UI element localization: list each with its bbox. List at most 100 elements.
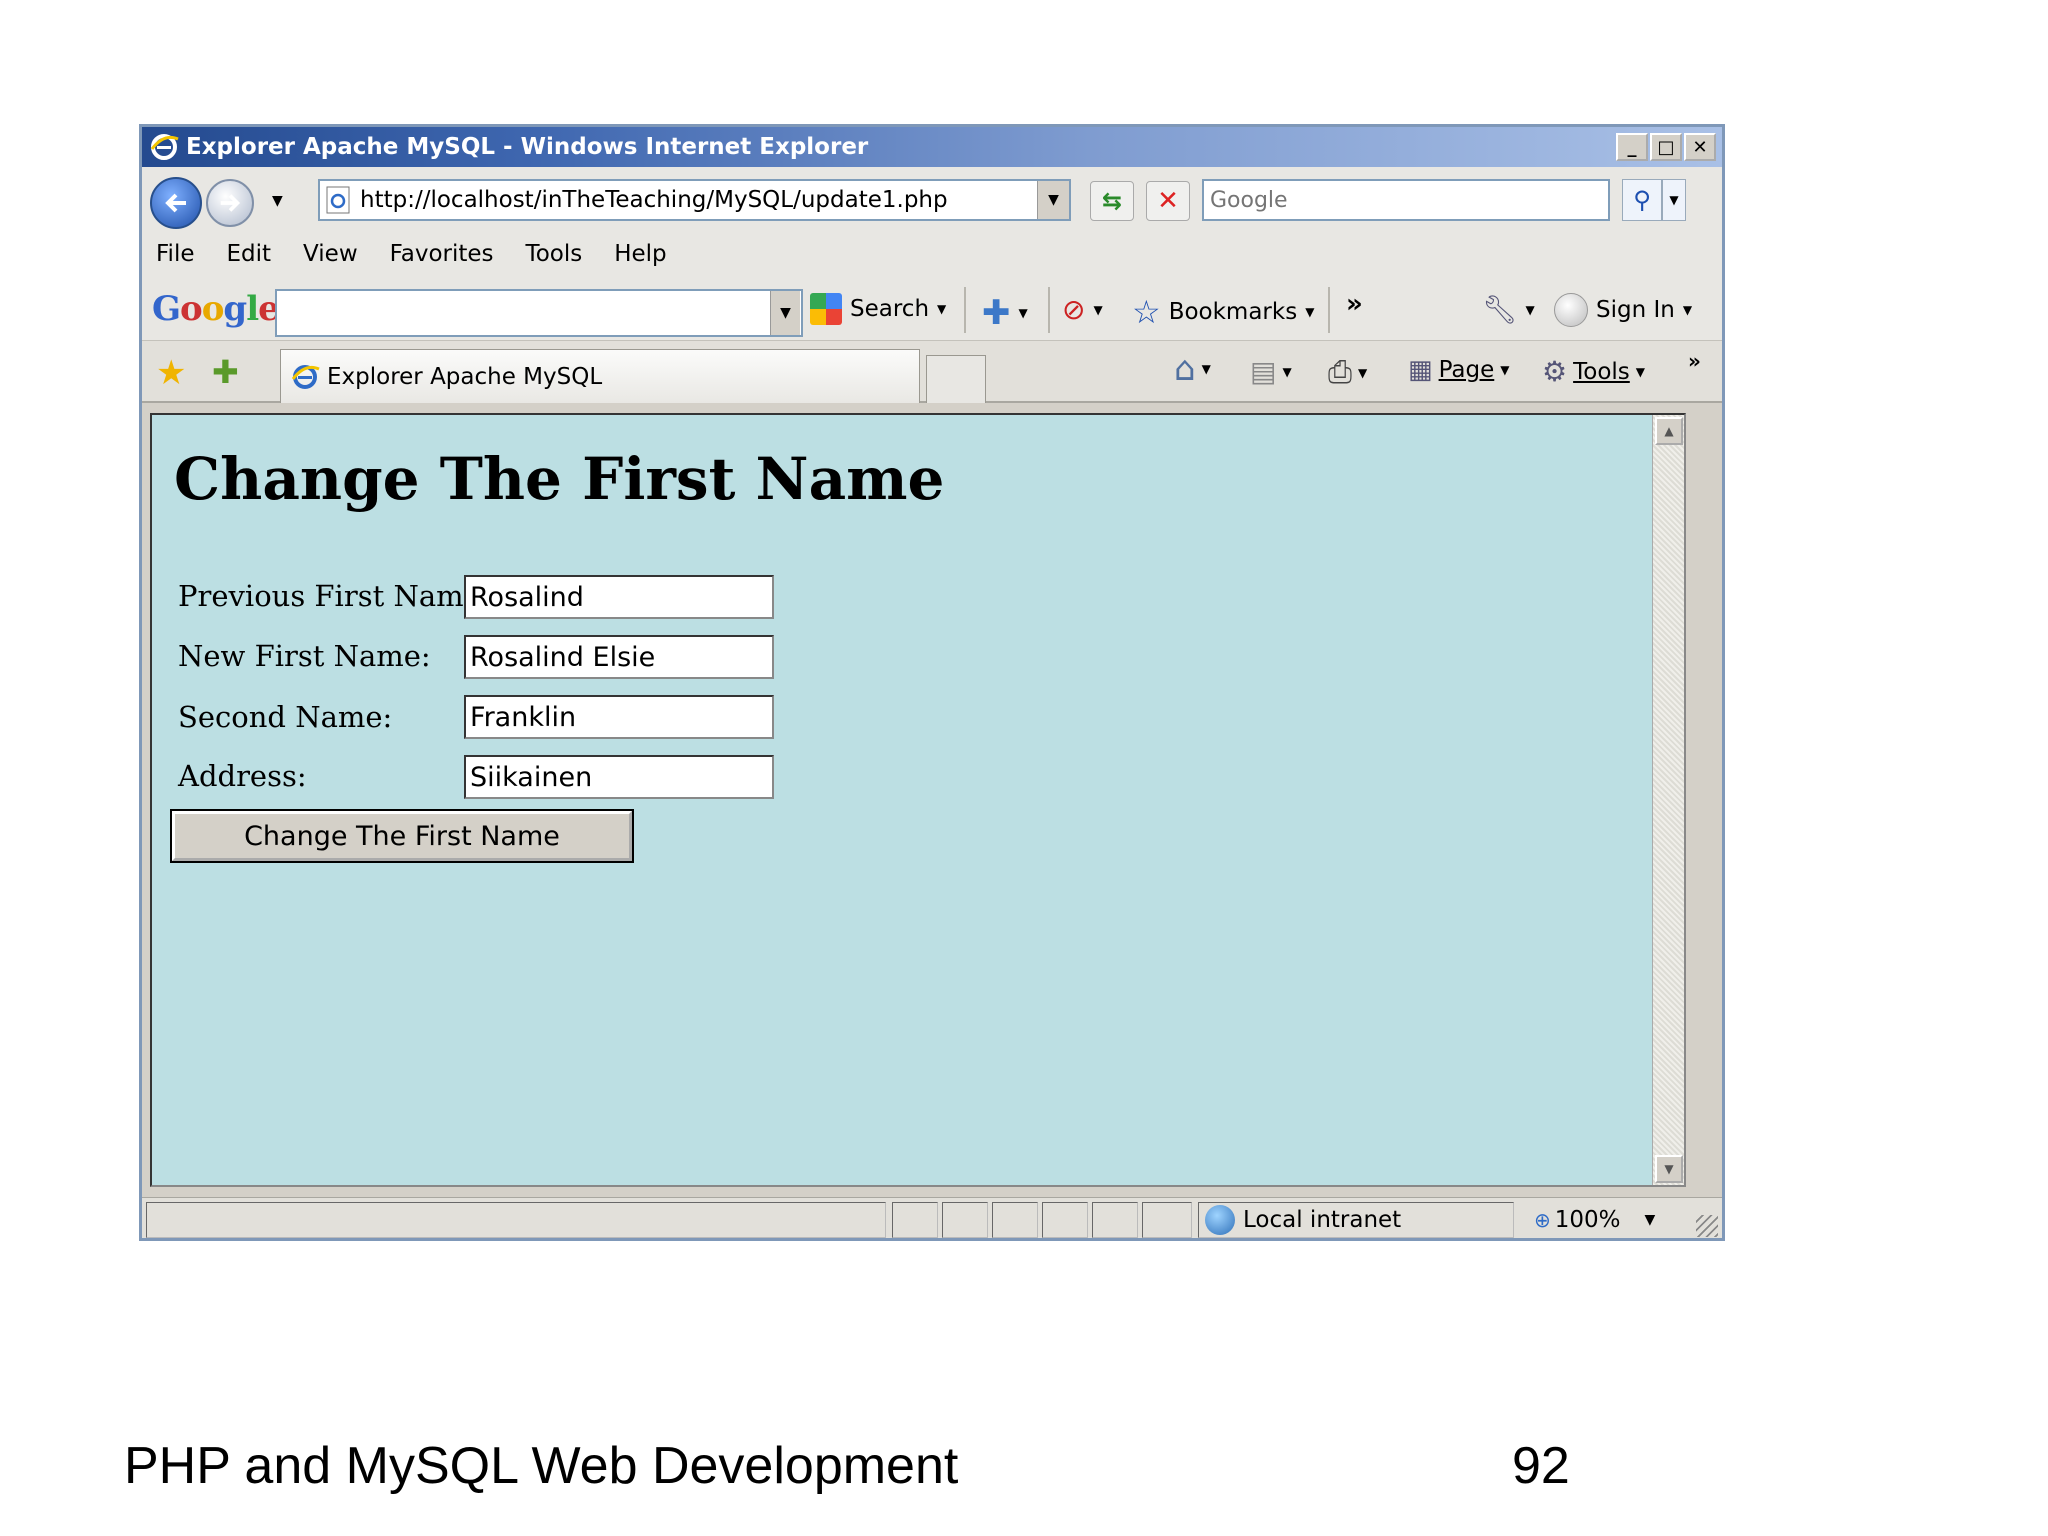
page-menu-label: Page: [1438, 357, 1495, 383]
google-search-icon: [810, 293, 842, 325]
security-zone[interactable]: Local intranet: [1198, 1202, 1514, 1238]
scroll-up-button[interactable]: ▲: [1655, 417, 1683, 445]
chevron-down-icon: ▼: [1644, 1212, 1656, 1228]
url-dropdown-button[interactable]: ▼: [1037, 181, 1069, 219]
refresh-button[interactable]: ⇆: [1090, 181, 1134, 221]
add-favorite-icon: ✚: [212, 353, 239, 391]
google-search-field[interactable]: [275, 289, 803, 337]
feeds-button[interactable]: ▤ ▼: [1250, 355, 1292, 388]
tools-menu-label: Tools: [1573, 358, 1630, 385]
zone-label: Local intranet: [1243, 1207, 1402, 1233]
star-icon: ☆: [1132, 293, 1161, 331]
page-title: Change The First Name: [174, 445, 945, 513]
page-menu-button[interactable]: ▦ Page ▼: [1408, 355, 1510, 385]
sign-in-button[interactable]: Sign In ▼: [1554, 293, 1692, 327]
tab-explorer-apache-mysql[interactable]: Explorer Apache MySQL: [280, 349, 920, 403]
wrench-icon: 🔧︎: [1482, 293, 1518, 326]
chevron-down-icon: ▼: [1682, 303, 1693, 317]
menu-favorites[interactable]: Favorites: [390, 241, 494, 267]
chevron-down-icon: ▼: [1358, 365, 1368, 380]
command-overflow-button[interactable]: »: [1688, 349, 1701, 373]
recent-pages-dropdown[interactable]: ▼: [272, 193, 283, 209]
second-name-field[interactable]: [464, 695, 774, 739]
ie-logo-icon: [150, 134, 179, 160]
new-first-name-label: New First Name:: [178, 639, 431, 673]
toolbar-overflow-button[interactable]: »: [1346, 289, 1363, 319]
address-label: Address:: [178, 759, 307, 793]
menu-help[interactable]: Help: [614, 241, 666, 267]
stop-icon: ✕: [1157, 186, 1179, 216]
google-search-button[interactable]: Search ▼: [810, 293, 946, 325]
rss-icon: ▤: [1250, 355, 1277, 388]
status-cell: [1042, 1202, 1088, 1238]
zoom-control[interactable]: ⊕ 100% ▼: [1526, 1202, 1686, 1238]
refresh-icon: ⇆: [1101, 187, 1123, 215]
home-button[interactable]: ⌂ ▼: [1174, 349, 1211, 389]
chevron-down-icon: ▼: [1201, 362, 1211, 376]
new-tab-button[interactable]: [926, 355, 986, 403]
slide-footer-title: PHP and MySQL Web Development: [124, 1437, 959, 1495]
previous-first-name-field[interactable]: [464, 575, 774, 619]
close-button[interactable]: ✕: [1684, 133, 1716, 161]
minimize-button[interactable]: _: [1616, 133, 1648, 161]
new-first-name-field[interactable]: [464, 635, 774, 679]
tools-menu-button[interactable]: ⚙ Tools ▼: [1542, 355, 1645, 388]
magnifier-icon: ⚲: [1633, 186, 1651, 214]
address-bar: ▼ ▼ ⇆ ✕ ⚲ ▼: [142, 167, 1722, 233]
address-field[interactable]: [464, 755, 774, 799]
back-button[interactable]: [150, 177, 202, 229]
arrow-left-icon: [165, 193, 186, 213]
menu-view[interactable]: View: [303, 241, 358, 267]
add-button[interactable]: ✚ ▼: [982, 293, 1028, 333]
stop-button[interactable]: ✕: [1146, 181, 1190, 221]
scroll-down-button[interactable]: ▼: [1655, 1155, 1683, 1183]
web-search-input[interactable]: [1204, 181, 1608, 219]
window-controls: _ □ ✕: [1616, 133, 1716, 161]
url-input[interactable]: [360, 187, 1020, 213]
add-favorite-button[interactable]: ✚: [212, 353, 239, 391]
change-first-name-button[interactable]: Change The First Name: [172, 811, 632, 861]
arrow-right-icon: [220, 194, 241, 212]
chevron-down-icon: ▼: [1500, 363, 1510, 377]
chevron-down-icon: ▼: [1282, 364, 1292, 379]
zoom-icon: ⊕: [1534, 1208, 1551, 1232]
ie-logo-icon: [291, 364, 320, 389]
gear-icon: ⚙: [1542, 355, 1568, 388]
favorites-star-icon: ★: [156, 353, 187, 393]
toolbar-divider: [964, 287, 966, 333]
printer-icon: ⎙: [1328, 355, 1352, 390]
window-title: Explorer Apache MySQL - Windows Internet…: [186, 134, 869, 160]
status-cell: [1142, 1202, 1192, 1238]
menu-file[interactable]: File: [156, 241, 195, 267]
tab-bar: ★ ✚ Explorer Apache MySQL ⌂ ▼ ▤ ▼ ⎙ ▼ ▦ Pag…: [142, 341, 1722, 403]
menu-edit[interactable]: Edit: [227, 241, 272, 267]
previous-first-name-label: Previous First Name:: [178, 579, 491, 613]
search-go-button[interactable]: ⚲: [1622, 179, 1662, 221]
home-icon: ⌂: [1174, 349, 1196, 389]
toolbar-divider: [1048, 287, 1050, 333]
page-ie-icon: [326, 186, 350, 214]
resize-grip[interactable]: [1696, 1215, 1718, 1237]
google-search-dropdown[interactable]: ▼: [770, 291, 800, 335]
forward-button[interactable]: [206, 179, 254, 227]
bookmarks-button[interactable]: ☆ Bookmarks ▼: [1132, 293, 1314, 331]
plus-icon: ✚: [982, 293, 1011, 333]
chevron-down-icon: ▼: [1525, 302, 1535, 317]
favorites-center-button[interactable]: ★: [156, 353, 186, 393]
status-cell: [942, 1202, 988, 1238]
toolbar-divider: [1328, 287, 1330, 333]
status-text-cell: [146, 1202, 886, 1238]
print-button[interactable]: ⎙ ▼: [1328, 355, 1367, 390]
menu-bar: File Edit View Favorites Tools Help: [142, 233, 1722, 275]
status-cell: [1092, 1202, 1138, 1238]
page-icon: ▦: [1408, 355, 1433, 385]
vertical-scrollbar[interactable]: ▲ ▼: [1652, 415, 1684, 1185]
search-options-dropdown[interactable]: ▼: [1662, 179, 1686, 221]
popup-blocker-button[interactable]: ⊘ ▼: [1062, 293, 1103, 326]
status-cell: [892, 1202, 938, 1238]
menu-tools[interactable]: Tools: [526, 241, 583, 267]
settings-button[interactable]: 🔧︎ ▼: [1482, 293, 1535, 326]
google-toolbar: Google ▼ Search ▼ ✚ ▼ ⊘ ▼ ☆ Bookmarks ▼ » …: [142, 275, 1722, 341]
maximize-button[interactable]: □: [1650, 133, 1682, 161]
slide-page-number: 92: [1512, 1437, 1570, 1495]
